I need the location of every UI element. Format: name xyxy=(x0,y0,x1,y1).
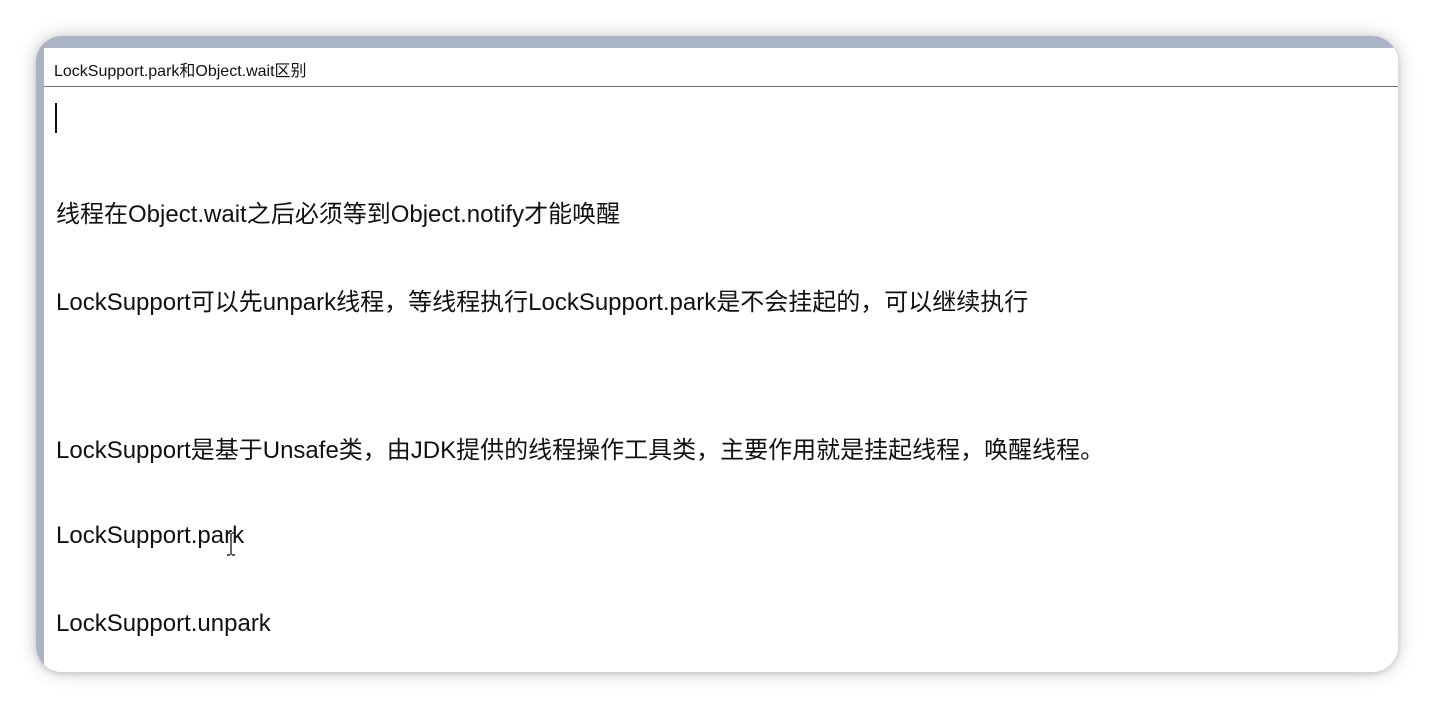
text-line[interactable]: LockSupport.park xyxy=(56,522,244,550)
text-line[interactable]: LockSupport.unpark xyxy=(56,610,271,638)
document-title-bar: LockSupport.park和Object.wait区别 xyxy=(44,48,1398,87)
document-title: LockSupport.park和Object.wait区别 xyxy=(54,63,307,80)
editor-window: LockSupport.park和Object.wait区别 线程在Object… xyxy=(36,36,1398,672)
text-line[interactable]: LockSupport可以先unpark线程，等线程执行LockSupport.… xyxy=(56,282,1028,317)
text-caret xyxy=(55,103,57,133)
text-editor[interactable]: LockSupport.park和Object.wait区别 线程在Object… xyxy=(44,48,1398,672)
window-left-border xyxy=(36,36,44,672)
text-cursor-icon xyxy=(227,532,235,556)
text-line[interactable]: 线程在Object.wait之后必须等到Object.notify才能唤醒 xyxy=(56,194,620,229)
text-line[interactable]: LockSupport是基于Unsafe类，由JDK提供的线程操作工具类，主要作… xyxy=(56,430,1104,465)
